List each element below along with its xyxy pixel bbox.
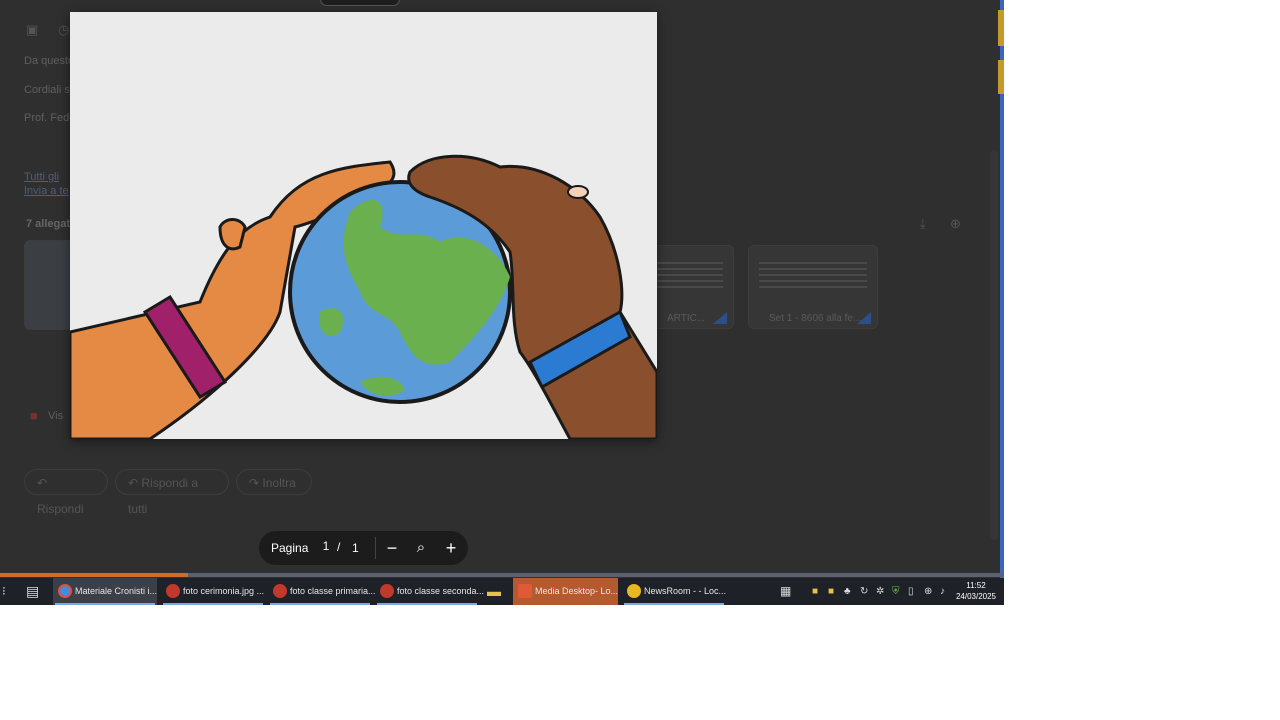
divider <box>375 537 376 559</box>
chrome-icon <box>58 584 72 598</box>
total-pages: 1 <box>352 541 359 555</box>
doc-corner-icon <box>857 312 871 324</box>
attachment-label: ARTIC... <box>667 313 706 324</box>
mail-link[interactable]: Invia a te <box>24 185 69 197</box>
volume-icon[interactable]: ♪ <box>940 578 945 605</box>
sync-icon[interactable]: ↻ <box>860 578 868 605</box>
screen: ▣ ◷ Da questo Cordiali sa Prof. Fede Tut… <box>0 0 1004 605</box>
taskbar-item-photos[interactable]: foto classe seconda... <box>375 578 484 605</box>
open-indicator <box>163 603 263 605</box>
open-indicator <box>624 603 724 605</box>
attachments-header: 7 allegat <box>26 218 71 230</box>
taskbar-item-media-desktop[interactable]: Media Desktop- Lo... <box>513 578 618 605</box>
current-page-input[interactable]: 1 <box>316 539 336 553</box>
mail-body-line: Da questo <box>24 55 75 67</box>
folder-tray-icon[interactable]: ■ <box>828 578 834 605</box>
folder-icon[interactable]: ▬ <box>487 578 501 605</box>
zoom-reset-icon[interactable]: ⌕ <box>410 537 432 559</box>
drawing-hands-holding-earth <box>70 12 657 439</box>
scrollbar[interactable] <box>990 150 998 540</box>
photos-icon <box>380 584 394 598</box>
window-progress-bar <box>0 573 188 577</box>
network-icon[interactable]: ⊕ <box>924 578 932 605</box>
zoom-in-icon[interactable]: + <box>440 537 462 559</box>
taskbar: ⁝ ▤ Materiale Cronisti i... foto cerimon… <box>0 578 1004 605</box>
settings-tray-icon[interactable]: ✲ <box>876 578 884 605</box>
security-icon[interactable]: ⛨ <box>892 578 900 605</box>
reply-all-icon: ↶ <box>128 476 142 490</box>
page-navigator: Pagina 1 / 1 − ⌕ + <box>259 531 468 565</box>
image-preview <box>70 12 657 439</box>
taskbar-item-photos[interactable]: foto cerimonia.jpg ... <box>161 578 265 605</box>
taskbar-item-photos[interactable]: foto classe primaria... <box>268 578 376 605</box>
window-progress-track <box>188 573 1004 577</box>
mail-body-line: Cordiali sa <box>24 84 76 96</box>
download-icon[interactable]: ⤓ <box>920 216 926 232</box>
archive-icon: ▣ <box>26 22 39 37</box>
mail-body-line: Prof. Fede <box>24 112 76 124</box>
side-panel-tab[interactable] <box>998 10 1004 46</box>
news-widget-icon[interactable]: ▦ <box>780 578 791 605</box>
attachment-footer-label: Vis <box>48 410 64 422</box>
system-clock[interactable]: 11:52 24/03/2025 <box>956 580 996 602</box>
page-separator: / <box>337 540 341 554</box>
clock-time: 11:52 <box>966 581 986 590</box>
active-indicator <box>55 603 155 605</box>
pdf-icon: ■ <box>30 408 38 423</box>
reply-button[interactable]: ↶ Rispondi <box>24 469 108 516</box>
usb-icon[interactable]: ▯ <box>908 578 914 605</box>
open-indicator <box>377 603 477 605</box>
taskview-icon[interactable]: ▤ <box>26 578 39 605</box>
page-label: Pagina <box>271 541 309 555</box>
viewer-toolbar-handle[interactable] <box>320 0 400 6</box>
start-icon[interactable]: ⁝ <box>2 578 6 605</box>
side-panel-tab[interactable] <box>998 60 1004 94</box>
clock-date: 24/03/2025 <box>955 592 996 601</box>
forward-button[interactable]: ↷ Inoltra <box>236 469 312 495</box>
taskbar-item-newsroom[interactable]: NewsRoom - - Loc... <box>622 578 726 605</box>
open-indicator <box>270 603 370 605</box>
media-icon <box>518 584 532 598</box>
drive-icon[interactable]: ⊕ <box>950 216 961 232</box>
folder-tray-icon[interactable]: ■ <box>812 578 818 605</box>
attachment-label: Set 1 - 8606 alla fe... <box>769 313 862 324</box>
photos-icon <box>273 584 287 598</box>
attachment-thumbnail[interactable]: Set 1 - 8606 alla fe... <box>748 245 878 329</box>
doc-corner-icon <box>713 312 727 324</box>
zoom-out-icon[interactable]: − <box>381 537 403 559</box>
clock-icon: ◷ <box>58 22 70 37</box>
newsroom-icon <box>627 584 641 598</box>
reply-all-button[interactable]: ↶ Rispondi a tutti <box>115 469 229 516</box>
photos-icon <box>166 584 180 598</box>
mail-link[interactable]: Tutti gli <box>24 171 59 183</box>
reply-icon: ↶ <box>37 476 48 490</box>
forward-icon: ↷ <box>249 476 263 490</box>
taskbar-item-chrome[interactable]: Materiale Cronisti i... <box>53 578 157 605</box>
attachment-thumbnail[interactable] <box>24 240 76 330</box>
network-share-icon[interactable]: ♣ <box>844 578 851 605</box>
